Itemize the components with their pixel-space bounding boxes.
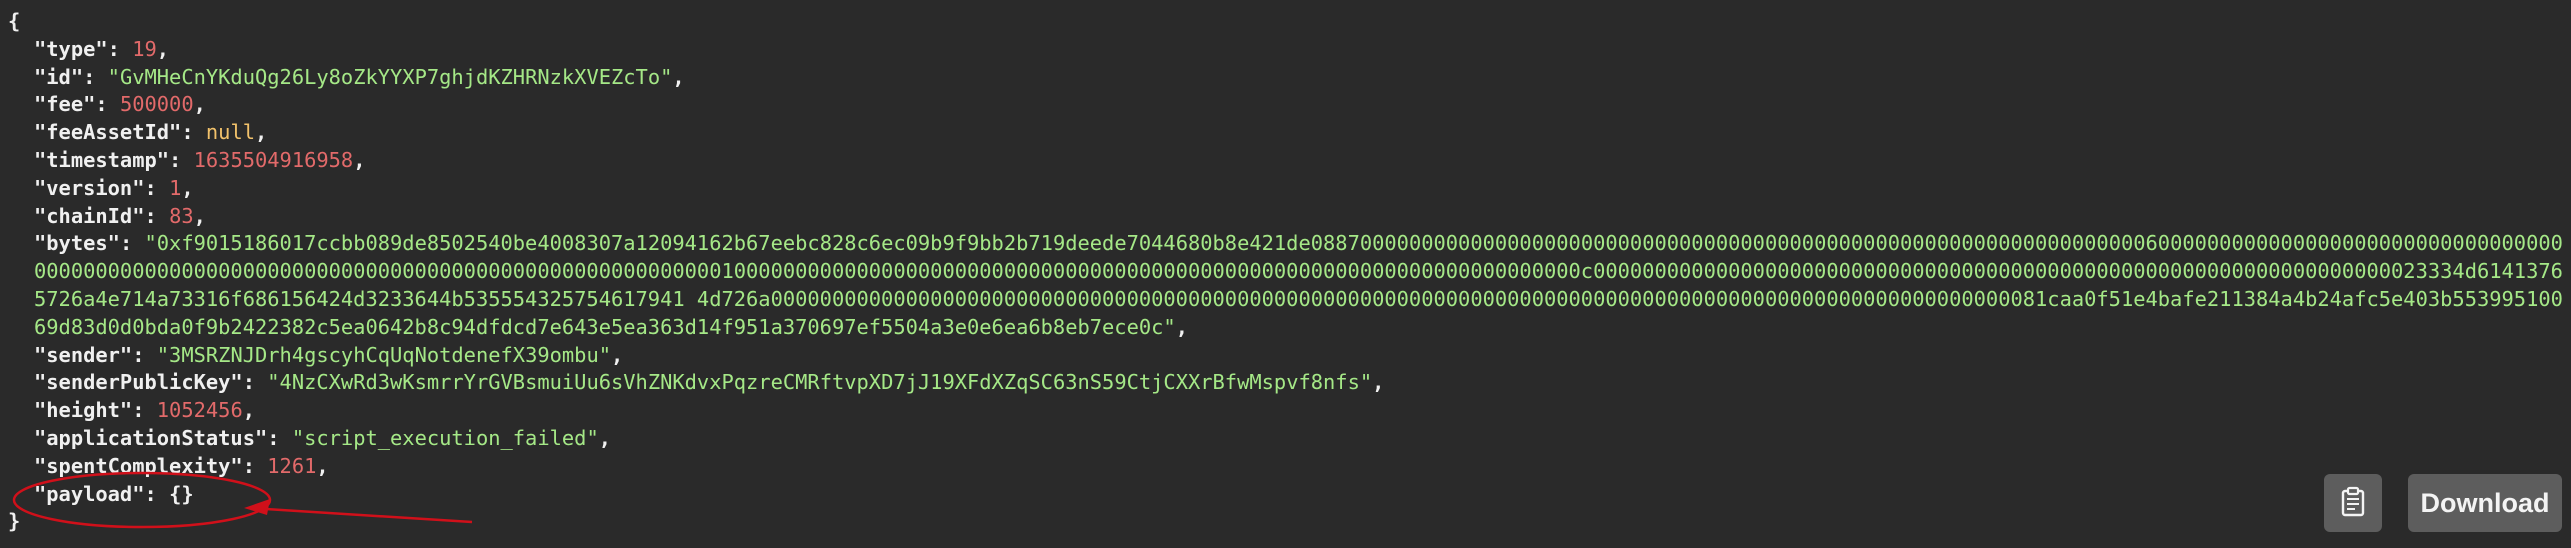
clipboard-icon — [2338, 486, 2368, 521]
json-line-feeassetid: "feeAssetId": null, — [34, 120, 268, 145]
json-value-version: 1 — [169, 175, 182, 200]
json-key-bytes: "bytes" — [34, 231, 120, 256]
json-line-payload: "payload": {} — [34, 481, 194, 506]
json-key-applicationstatus: "applicationStatus" — [34, 425, 268, 450]
copy-button[interactable] — [2324, 474, 2382, 532]
json-value-id: "GvMHeCnYKduQg26Ly8oZkYYXP7ghjdKZHRNzkXV… — [107, 64, 673, 89]
json-line-bytes: "bytes": "0xf9015186017ccbb089de8502540b… — [34, 231, 2563, 339]
json-line-fee: "fee": 500000, — [34, 92, 206, 117]
json-line-spentcomplexity: "spentComplexity": 1261, — [34, 453, 329, 478]
json-value-spentcomplexity: 1261 — [267, 453, 317, 478]
download-button[interactable]: Download — [2408, 474, 2562, 532]
json-key-height: "height" — [34, 398, 133, 423]
json-close-brace: } — [8, 509, 21, 534]
json-value-fee: 500000 — [119, 92, 194, 117]
json-key-sender: "sender" — [34, 342, 133, 367]
json-line-applicationstatus: "applicationStatus": "script_execution_f… — [34, 425, 611, 450]
json-key-feeassetid: "feeAssetId" — [34, 120, 182, 145]
json-line-senderpublickey: "senderPublicKey": "4NzCXwRd3wKsmrrYrGVB… — [34, 370, 1385, 395]
json-value-feeassetid: null — [205, 120, 255, 145]
json-line-chainid: "chainId": 83, — [34, 203, 206, 228]
json-line-timestamp: "timestamp": 1635504916958, — [34, 147, 366, 172]
json-value-applicationstatus: "script_execution_failed" — [291, 425, 599, 450]
json-line-version: "version": 1, — [34, 175, 194, 200]
json-line-id: "id": "GvMHeCnYKduQg26Ly8oZkYYXP7ghjdKZH… — [34, 64, 685, 89]
json-key-version: "version" — [34, 175, 145, 200]
json-value-bytes: "0xf9015186017ccbb089de8502540be4008307a… — [34, 231, 2563, 339]
json-value-timestamp: 1635504916958 — [193, 147, 354, 172]
json-key-id: "id" — [34, 64, 84, 89]
json-key-payload: "payload" — [34, 481, 145, 506]
json-value-height: 1052456 — [156, 398, 243, 423]
json-line-height: "height": 1052456, — [34, 398, 255, 423]
json-key-timestamp: "timestamp" — [34, 147, 170, 172]
json-key-spentcomplexity: "spentComplexity" — [34, 453, 243, 478]
json-open-brace: { — [8, 9, 21, 33]
json-line-type: "type": 19, — [34, 36, 170, 61]
json-value-sender: "3MSRZNJDrh4gscyhCqUqNotdenefX39ombu" — [156, 342, 612, 367]
json-value-type: 19 — [132, 36, 157, 61]
json-value-senderpublickey: "4NzCXwRd3wKsmrrYrGVBsmuiUu6sVhZNKdvxPqz… — [267, 370, 1373, 395]
json-key-senderpublickey: "senderPublicKey" — [34, 370, 243, 395]
json-value-chainid: 83 — [169, 203, 194, 228]
json-key-chainid: "chainId" — [34, 203, 145, 228]
json-key-type: "type" — [34, 36, 108, 61]
json-key-fee: "fee" — [34, 92, 96, 117]
json-line-sender: "sender": "3MSRZNJDrh4gscyhCqUqNotdenefX… — [34, 342, 624, 367]
json-value-payload: {} — [169, 481, 194, 506]
json-viewer: { "type": 19, "id": "GvMHeCnYKduQg26Ly8oZk… — [8, 8, 2568, 536]
